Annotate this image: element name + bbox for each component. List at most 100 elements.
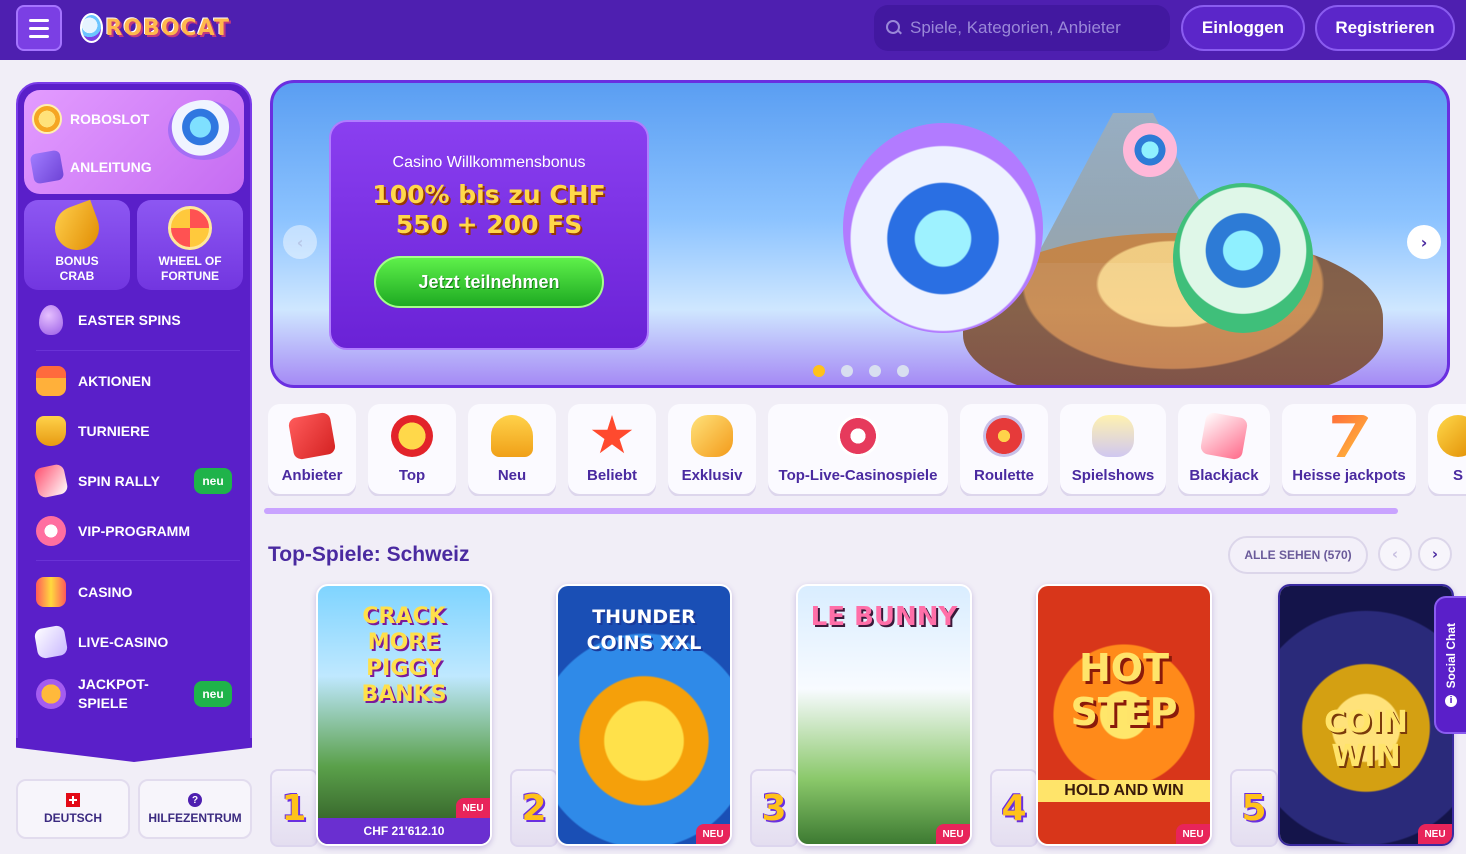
games-prev-button[interactable]: ‹ [1378, 537, 1412, 571]
category-anbieter[interactable]: Anbieter [268, 404, 356, 494]
see-all-button[interactable]: ALLE SEHEN (570) [1228, 536, 1368, 574]
carousel-dot[interactable] [813, 365, 825, 377]
category-heisse-jackpots[interactable]: Heisse jackpots [1282, 404, 1416, 494]
wheel-icon [168, 206, 212, 250]
language-button[interactable]: DEUTSCH [16, 779, 130, 839]
sidebar-item-aktionen[interactable]: AKTIONEN [36, 363, 246, 399]
category-blackjack[interactable]: Blackjack [1178, 404, 1270, 494]
blackjack-icon [1199, 411, 1249, 461]
robocat-logo[interactable]: ROBOCAT [80, 8, 230, 48]
games-next-button[interactable]: › [1418, 537, 1452, 571]
category-roulette[interactable]: Roulette [960, 404, 1048, 494]
social-chat-label: Social Chat [1444, 623, 1458, 689]
category-neu[interactable]: Neu [468, 404, 556, 494]
tile-bonus-crab[interactable]: BONUS CRAB [24, 199, 130, 290]
help-label: HILFEZENTRUM [148, 811, 242, 825]
sidebar-item-anleitung[interactable]: ANLEITUNG [29, 149, 152, 185]
sidebar-divider [36, 350, 240, 351]
category-top[interactable]: Top [368, 404, 456, 494]
game-rank: 4 [990, 769, 1038, 847]
live-chip-icon [837, 415, 879, 457]
search-icon [886, 20, 902, 36]
game-card-le-bunny[interactable]: LE BUNNY NEU [796, 584, 972, 846]
tile-label: BONUS CRAB [55, 254, 99, 283]
gift-icon [36, 366, 66, 396]
mini-robot-icon [1123, 123, 1177, 177]
new-badge: NEU [936, 824, 970, 844]
sidebar-item-turniere[interactable]: TURNIERE [36, 413, 246, 449]
sidebar-item-label: VIP-PROGRAMM [78, 523, 190, 539]
category-label: Top-Live-Casinospiele [778, 467, 938, 484]
category-top-live-casinospiele[interactable]: Top-Live-Casinospiele [768, 404, 948, 494]
sidebar-item-label: SPIN RALLY [78, 473, 160, 489]
sidebar-item-label: ANLEITUNG [70, 159, 152, 175]
roulette-icon [983, 415, 1025, 457]
category-beliebt[interactable]: Beliebt [568, 404, 656, 494]
game-card-thunder-coins-xxl[interactable]: THUNDER COINS XXL NEU [556, 584, 732, 846]
category-label: Beliebt [586, 467, 637, 484]
carousel-dot[interactable] [869, 365, 881, 377]
category-exklusiv[interactable]: Exklusiv [668, 404, 756, 494]
hamburger-menu-button[interactable] [16, 5, 62, 51]
game-card-crack-more-piggy-banks[interactable]: CRACK MORE PIGGY BANKS NEU CHF 21'612.10 [316, 584, 492, 846]
show-icon [1092, 415, 1134, 457]
game-rank: 2 [510, 769, 558, 847]
carousel-dot[interactable] [897, 365, 909, 377]
game-card-coin-win[interactable]: COIN WIN NEU [1278, 584, 1454, 846]
game-title: LE BUNNY [810, 602, 958, 632]
swiss-flag-icon [66, 793, 80, 807]
jackpot-icon [1332, 415, 1370, 457]
game-title: COIN WIN [1324, 705, 1408, 774]
sidebar-item-casino[interactable]: CASINO [36, 574, 246, 610]
social-chat-tab[interactable]: Social Chat i [1434, 596, 1466, 734]
roboslot-panel: ROBOSLOT ANLEITUNG [24, 90, 244, 194]
game-rank: 5 [1230, 769, 1278, 847]
game-card-hot-step[interactable]: HOT STEP HOLD AND WIN NEU [1036, 584, 1212, 846]
sidebar-item-label: JACKPOT-SPIELE [78, 676, 149, 711]
carousel-dots [813, 365, 909, 377]
section-title: Top-Spiele: Schweiz [268, 543, 470, 566]
join-now-button[interactable]: Jetzt teilnehmen [374, 256, 604, 308]
medal-icon [391, 415, 433, 457]
sidebar-item-live-casino[interactable]: LIVE-CASINO [33, 624, 246, 660]
sidebar-divider [36, 560, 240, 561]
tile-wheel-of-fortune[interactable]: WHEEL OF FORTUNE [137, 200, 243, 290]
help-center-button[interactable]: ? HILFEZENTRUM [138, 779, 252, 839]
category-more[interactable]: S [1428, 404, 1466, 494]
more-icon [1437, 415, 1466, 457]
crab-claw-icon [48, 199, 106, 257]
new-badge: NEU [456, 798, 490, 818]
register-button[interactable]: Registrieren [1315, 5, 1455, 51]
tile-label: WHEEL OF FORTUNE [158, 254, 222, 283]
question-icon: ? [188, 793, 202, 807]
logo-text: ROBOCAT [105, 15, 230, 41]
gem-icon [691, 415, 733, 457]
promo-banner[interactable]: Casino Willkommensbonus 100% bis zu CHF … [270, 80, 1450, 388]
bonus-subtitle: Casino Willkommensbonus [392, 154, 586, 171]
banner-prev-button[interactable]: ‹ [283, 225, 317, 259]
new-badge: NEU [1176, 824, 1210, 844]
sidebar-item-easter-spins[interactable]: EASTER SPINS [36, 302, 246, 338]
category-bar: Anbieter Top Neu Beliebt Exklusiv Top-Li… [268, 404, 1466, 496]
search-box[interactable] [874, 5, 1170, 51]
category-label: Top [398, 467, 426, 484]
sidebar-item-label: TURNIERE [78, 423, 150, 439]
banner-next-button[interactable]: › [1407, 225, 1441, 259]
game-rank: 3 [750, 769, 798, 847]
sidebar-item-roboslot[interactable]: ROBOSLOT [32, 102, 149, 136]
sidebar-item-vip-programm[interactable]: VIP-PROGRAMM [36, 513, 246, 549]
carousel-dot[interactable] [841, 365, 853, 377]
category-spielshows[interactable]: Spielshows [1060, 404, 1166, 494]
search-input[interactable] [910, 18, 1150, 38]
provider-icon [287, 411, 337, 461]
slot-icon [36, 577, 66, 607]
chevron-left-icon: ‹ [296, 232, 304, 252]
sidebar-item-label: EASTER SPINS [78, 312, 181, 328]
login-button[interactable]: Einloggen [1181, 5, 1305, 51]
sidebar-item-label: CASINO [78, 584, 133, 600]
bell-icon [491, 415, 533, 457]
category-label: Anbieter [281, 467, 343, 484]
category-scrollbar[interactable] [264, 508, 1398, 514]
new-badge: neu [194, 468, 232, 494]
new-badge: NEU [1418, 824, 1452, 844]
